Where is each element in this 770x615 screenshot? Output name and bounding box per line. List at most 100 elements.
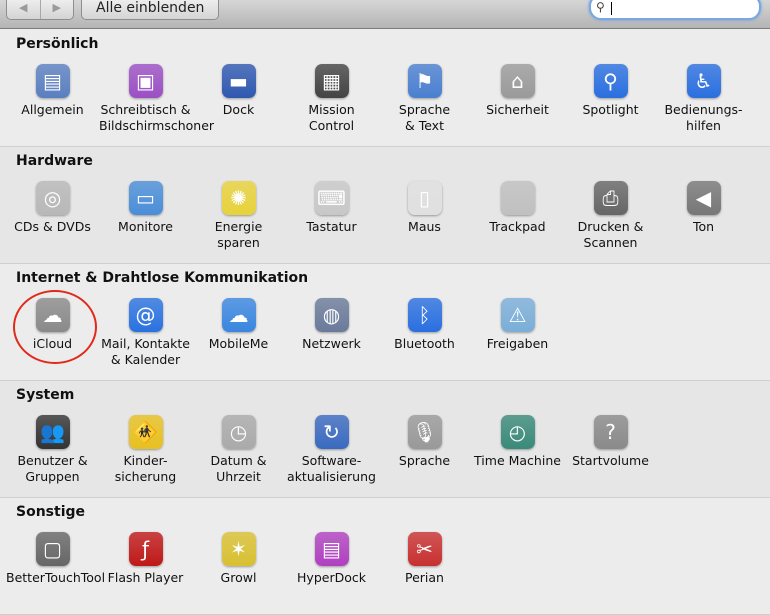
growl-icon: ✶ — [221, 532, 256, 566]
pref-pane-label: Schreibtisch & Bildschirmschoner — [99, 102, 215, 133]
pref-pane-printer[interactable]: ⎙ Drucken & Scannen — [564, 181, 657, 251]
pref-pane-time-machine[interactable]: ◴ Time Machine — [471, 415, 564, 469]
update-icon: ↻ — [314, 415, 349, 449]
pref-pane-parental[interactable]: 🚸 Kinder- sicherung — [99, 415, 192, 485]
dock-icon: ▬ — [221, 64, 256, 98]
section-title: System — [16, 387, 75, 403]
pref-pane-bluetooth[interactable]: ᛒ Bluetooth — [378, 298, 471, 352]
pref-pane-label: HyperDock — [297, 570, 366, 585]
pref-pane-label: BetterTouchTool — [6, 570, 106, 585]
pref-pane-disc[interactable]: ◎ CDs & DVDs — [6, 181, 99, 235]
pref-pane-speaker[interactable]: ◀ Ton — [657, 181, 750, 235]
mobileme-icon: ☁ — [221, 298, 256, 332]
pref-pane-dock[interactable]: ▬ Dock — [192, 64, 285, 118]
search-icon: ⚲ — [596, 0, 605, 14]
pref-pane-label: Ton — [692, 219, 715, 234]
time-machine-icon: ◴ — [500, 415, 535, 449]
disk-icon: ? — [593, 415, 628, 449]
pref-pane-general[interactable]: ▤ Allgemein — [6, 64, 99, 118]
pref-pane-label: Mail, Kontakte & Kalender — [101, 336, 190, 367]
spotlight-icon: ⚲ — [593, 64, 628, 98]
house-icon: ⌂ — [500, 64, 535, 98]
pref-pane-label: Tastatur — [306, 219, 357, 234]
bulb-icon: ✺ — [221, 181, 256, 215]
pref-pane-label: Time Machine — [474, 453, 561, 468]
section-hardware: Hardware ◎ CDs & DVDs ▭ Monitore ✺ Energie spa… — [0, 147, 770, 264]
keyboard-icon: ⌨ — [314, 181, 349, 215]
cloud-icon: ☁ — [35, 298, 70, 332]
disc-icon: ◎ — [35, 181, 70, 215]
pref-pane-label: Freigaben — [486, 336, 549, 351]
pref-pane-label: Drucken & Scannen — [577, 219, 644, 250]
pref-pane-trackpad[interactable]: Trackpad — [471, 181, 564, 235]
pref-pane-accessibility[interactable]: ♿ Bedienungs- hilfen — [657, 64, 750, 134]
section-system: System 👥 Benutzer & Gruppen 🚸 Kinder- sicher… — [0, 381, 770, 498]
pref-pane-keyboard[interactable]: ⌨ Tastatur — [285, 181, 378, 235]
pref-pane-label: Software- aktualisierung — [287, 453, 376, 484]
pref-pane-microphone[interactable]: 🎙 Sprache — [378, 415, 471, 469]
section-title: Hardware — [16, 153, 93, 169]
folder-icon: ⚠ — [500, 298, 535, 332]
bettertouchtool-icon: ▢ — [35, 532, 70, 566]
pref-pane-label: Startvolume — [572, 453, 649, 468]
text-cursor — [611, 2, 612, 15]
forward-button[interactable]: ▶ — [41, 0, 74, 19]
pref-pane-flag[interactable]: ⚑ Sprache & Text — [378, 64, 471, 134]
pref-pane-label: Flash Player — [107, 570, 184, 585]
pref-pane-label: iCloud — [32, 336, 73, 351]
toolbar: ◀ ▶ Alle einblenden ⚲ — [0, 0, 770, 29]
pref-pane-house[interactable]: ⌂ Sicherheit — [471, 64, 564, 118]
general-icon: ▤ — [35, 64, 70, 98]
pref-pane-label: Energie sparen — [214, 219, 263, 250]
pref-pane-disk[interactable]: ? Startvolume — [564, 415, 657, 469]
pref-pane-mouse[interactable]: ▯ Maus — [378, 181, 471, 235]
pref-pane-users[interactable]: 👥 Benutzer & Gruppen — [6, 415, 99, 485]
globe-icon: ◍ — [314, 298, 349, 332]
pref-pane-label: Mission Control — [308, 102, 355, 133]
section-title: Sonstige — [16, 504, 86, 520]
pref-pane-folder[interactable]: ⚠ Freigaben — [471, 298, 564, 352]
pref-pane-desktop[interactable]: ▣ Schreibtisch & Bildschirmschoner — [99, 64, 215, 134]
printer-icon: ⎙ — [593, 181, 628, 215]
flag-icon: ⚑ — [407, 64, 442, 98]
hyperdock-icon: ▤ — [314, 532, 349, 566]
perian-icon: ✂ — [407, 532, 442, 566]
pref-pane-label: Sprache & Text — [398, 102, 451, 133]
show-all-button[interactable]: Alle einblenden — [81, 0, 220, 20]
users-icon: 👥 — [35, 415, 70, 449]
microphone-icon: 🎙 — [407, 415, 442, 449]
flash-icon: ƒ — [128, 532, 163, 566]
pref-pane-monitor[interactable]: ▭ Monitore — [99, 181, 192, 235]
pref-pane-globe[interactable]: ◍ Netzwerk — [285, 298, 378, 352]
pref-pane-label: Allgemein — [21, 102, 84, 117]
trackpad-icon — [500, 181, 535, 215]
mission-control-icon: ▦ — [314, 64, 349, 98]
pref-pane-label: Datum & Uhrzeit — [210, 453, 267, 484]
search-input[interactable]: ⚲ — [589, 0, 761, 20]
pref-pane-label: MobileMe — [208, 336, 269, 351]
pref-pane-label: Growl — [220, 570, 257, 585]
section-persönlich: Persönlich ▤ Allgemein ▣ Schreibtisch & Bild… — [0, 30, 770, 147]
pref-pane-label: Sprache — [398, 453, 451, 468]
pref-pane-label: Trackpad — [489, 219, 546, 234]
back-forward-control: ◀ ▶ — [6, 0, 74, 20]
pref-pane-at[interactable]: @ Mail, Kontakte & Kalender — [99, 298, 192, 368]
section-title: Internet & Drahtlose Kommunikation — [16, 270, 309, 286]
pref-pane-cloud[interactable]: ☁ iCloud — [6, 298, 99, 352]
pref-pane-clock[interactable]: ◷ Datum & Uhrzeit — [192, 415, 285, 485]
pref-pane-label: Monitore — [118, 219, 173, 234]
speaker-icon: ◀ — [686, 181, 721, 215]
pref-pane-mobileme[interactable]: ☁ MobileMe — [192, 298, 285, 352]
pref-pane-update[interactable]: ↻ Software- aktualisierung — [285, 415, 378, 485]
pref-pane-label: Sicherheit — [486, 102, 549, 117]
mouse-icon: ▯ — [407, 181, 442, 215]
pref-pane-label: Perian — [405, 570, 444, 585]
monitor-icon: ▭ — [128, 181, 163, 215]
back-button[interactable]: ◀ — [7, 0, 41, 19]
pref-pane-bulb[interactable]: ✺ Energie sparen — [192, 181, 285, 251]
accessibility-icon: ♿ — [686, 64, 721, 98]
pref-pane-mission-control[interactable]: ▦ Mission Control — [285, 64, 378, 134]
section-internet: Internet & Drahtlose Kommunikation ☁ iClou… — [0, 264, 770, 381]
pref-pane-spotlight[interactable]: ⚲ Spotlight — [564, 64, 657, 118]
pref-pane-label: Spotlight — [582, 102, 639, 117]
